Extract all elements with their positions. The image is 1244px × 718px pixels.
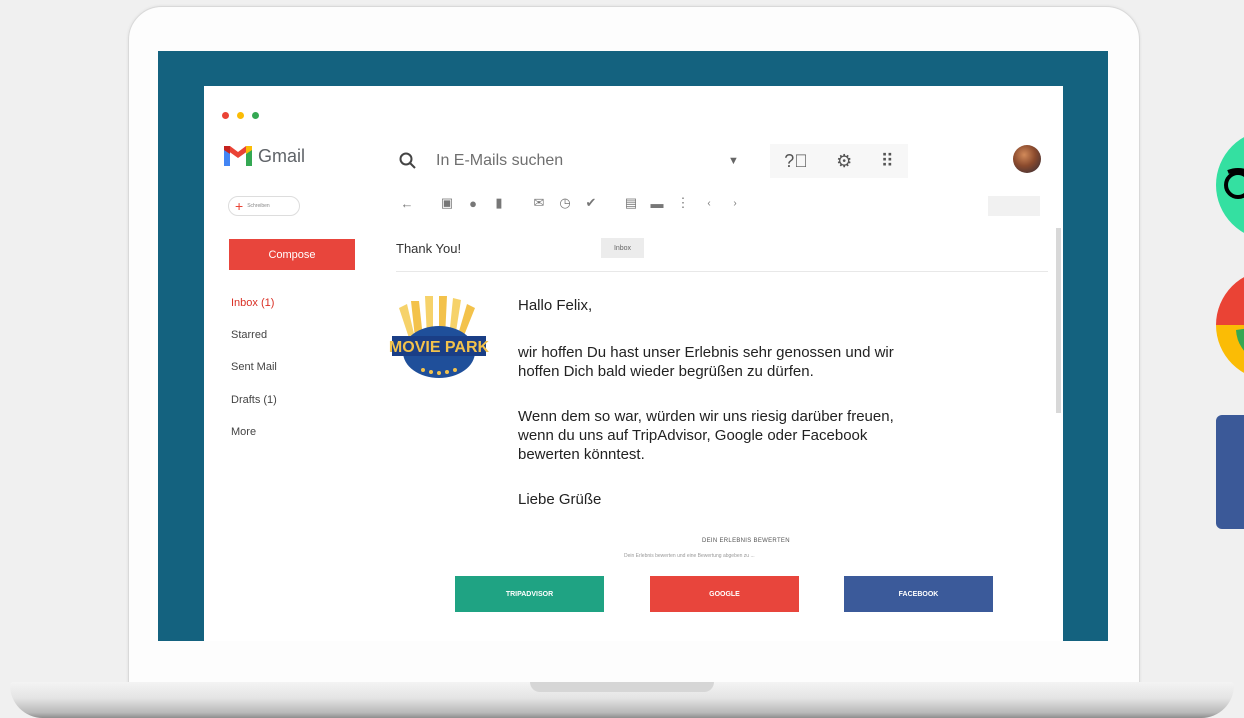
sidebar-item-inbox[interactable]: Inbox (1) xyxy=(231,297,274,309)
add-task-icon[interactable]: ✔ xyxy=(578,195,604,211)
window-controls xyxy=(222,112,259,119)
maximize-dot[interactable] xyxy=(252,112,259,119)
delete-icon[interactable]: ▮ xyxy=(486,195,512,211)
archive-icon[interactable]: ▣ xyxy=(434,195,460,211)
scrollbar[interactable] xyxy=(1056,228,1061,413)
search-placeholder[interactable]: In E-Mails suchen xyxy=(436,152,563,170)
email-para2-line2: wenn du uns auf TripAdvisor, Google oder… xyxy=(518,427,868,444)
next-icon[interactable]: › xyxy=(722,198,748,209)
email-para2-line1: Wenn dem so war, würden wir uns riesig d… xyxy=(518,408,894,425)
label-icon[interactable]: ▬ xyxy=(644,196,670,211)
minimize-dot[interactable] xyxy=(237,112,244,119)
back-arrow-icon[interactable]: ← xyxy=(394,196,420,211)
search-options-caret-icon[interactable]: ▼ xyxy=(728,155,739,167)
sidebar-item-sent[interactable]: Sent Mail xyxy=(231,361,277,373)
apps-grid-icon[interactable]: ⠿ xyxy=(881,151,894,172)
plus-icon: + xyxy=(235,198,244,214)
more-vert-icon[interactable]: ⋮ xyxy=(670,195,696,211)
tripadvisor-app-icon xyxy=(1216,137,1244,233)
compose-pill-button[interactable]: + Schreiben xyxy=(228,196,300,216)
top-icon-group: ?⃝ ⚙ ⠿ xyxy=(770,144,908,178)
gmail-logo[interactable]: Gmail xyxy=(222,144,305,168)
email-para1-line1: wir hoffen Du hast unser Erlebnis sehr g… xyxy=(518,344,894,361)
label-badge[interactable]: Inbox xyxy=(601,238,644,258)
divider xyxy=(396,271,1048,272)
pager-box xyxy=(988,196,1040,216)
laptop-notch xyxy=(530,682,714,692)
close-dot[interactable] xyxy=(222,112,229,119)
compose-pill-label: Schreiben xyxy=(247,203,270,209)
email-para1-line2: hoffen Dich bald wieder begrüßen zu dürf… xyxy=(518,363,814,380)
facebook-button[interactable]: FACEBOOK xyxy=(844,576,993,612)
sidebar-item-drafts[interactable]: Drafts (1) xyxy=(231,394,277,406)
rate-heading: DEIN ERLEBNIS BEWERTEN xyxy=(702,538,790,544)
snooze-icon[interactable]: ◷ xyxy=(552,195,578,211)
email-closing: Liebe Grüße xyxy=(518,491,602,508)
email-para2-line3: bewerten könntest. xyxy=(518,446,645,463)
avatar[interactable] xyxy=(1013,145,1041,173)
rate-subtext: Dein Erlebnis bewerten und eine Bewertun… xyxy=(624,553,755,559)
browser-window: Gmail In E-Mails suchen ▼ ?⃝ ⚙ ⠿ + Schre… xyxy=(204,86,1063,641)
move-to-icon[interactable]: ▤ xyxy=(618,195,644,211)
sidebar-item-more[interactable]: More xyxy=(231,426,256,438)
compose-button[interactable]: Compose xyxy=(229,239,355,270)
google-button[interactable]: GOOGLE xyxy=(650,576,799,612)
search-icon[interactable] xyxy=(398,151,418,171)
help-icon[interactable]: ?⃝ xyxy=(784,151,808,172)
gmail-m-icon xyxy=(224,146,252,166)
mark-unread-icon[interactable]: ✉ xyxy=(526,195,552,211)
message-toolbar: ← ▣ ● ▮ ✉ ◷ ✔ ▤ ▬ ⋮ ‹ › xyxy=(394,192,748,214)
sidebar-item-starred[interactable]: Starred xyxy=(231,329,267,341)
movie-park-logo: MOVIE PARK xyxy=(389,296,489,378)
logo-text: MOVIE PARK xyxy=(389,339,489,356)
email-greeting: Hallo Felix, xyxy=(518,297,593,314)
laptop-screen: Gmail In E-Mails suchen ▼ ?⃝ ⚙ ⠿ + Schre… xyxy=(158,51,1108,641)
laptop-base xyxy=(10,682,1234,718)
email-subject: Thank You! xyxy=(396,241,462,256)
report-spam-icon[interactable]: ● xyxy=(460,196,486,211)
search-bar[interactable]: In E-Mails suchen ▼ xyxy=(398,146,748,176)
google-app-icon xyxy=(1216,277,1244,373)
facebook-app-icon xyxy=(1216,415,1244,529)
prev-icon[interactable]: ‹ xyxy=(696,198,722,209)
tripadvisor-button[interactable]: TRIPADVISOR xyxy=(455,576,604,612)
gmail-wordmark: Gmail xyxy=(258,145,306,166)
gear-icon[interactable]: ⚙ xyxy=(836,151,852,172)
